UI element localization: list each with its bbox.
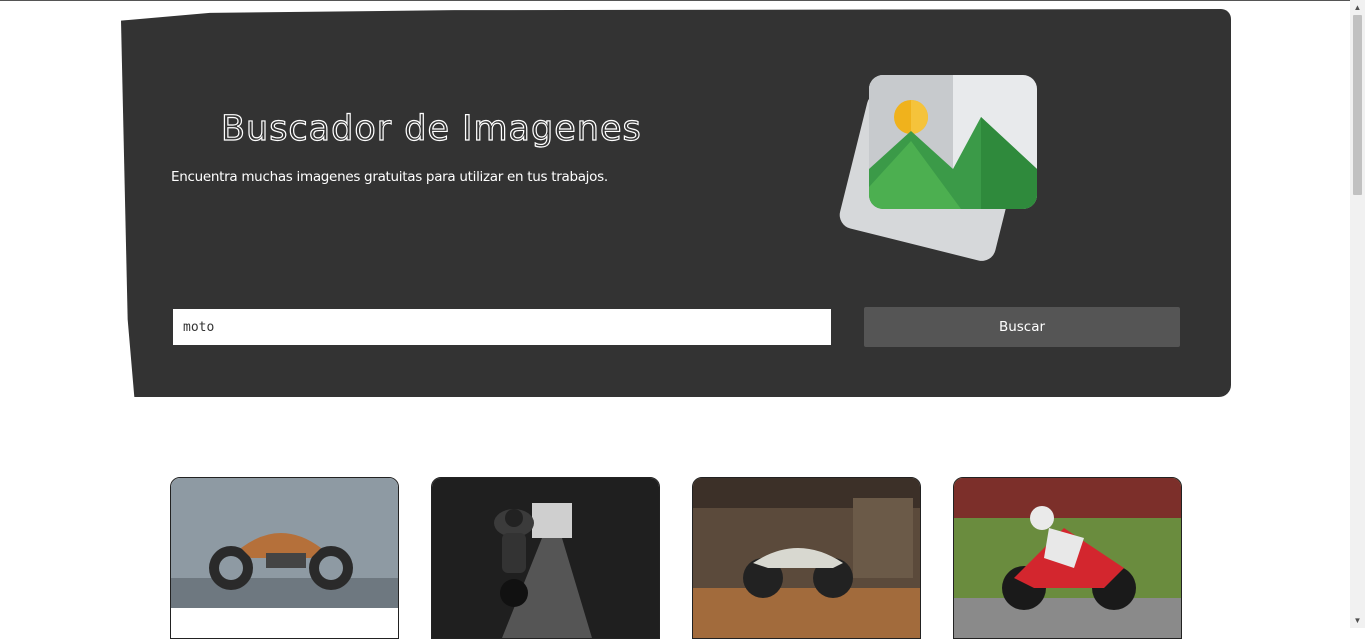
scrollbar-thumb[interactable] — [1353, 15, 1362, 195]
result-card[interactable] — [170, 477, 399, 639]
page-title: Buscador de Imagenes — [220, 108, 642, 149]
motorcycle-photo-icon — [954, 478, 1181, 638]
top-border — [0, 0, 1350, 1]
motorcycle-photo-icon — [693, 478, 920, 638]
motorcycle-photo-icon — [432, 478, 659, 638]
result-card[interactable] — [431, 477, 660, 639]
result-card[interactable] — [692, 477, 921, 639]
result-card[interactable] — [953, 477, 1182, 639]
image-gallery-icon — [831, 69, 1051, 274]
scroll-down-arrow-icon[interactable]: ▼ — [1350, 613, 1365, 628]
motorcycle-photo-icon — [171, 478, 398, 638]
search-input[interactable] — [173, 309, 831, 345]
page-subtitle: Encuentra muchas imagenes gratuitas para… — [171, 169, 608, 185]
search-button[interactable]: Buscar — [864, 307, 1180, 347]
hero-banner: Buscador de Imagenes Encuentra muchas im… — [121, 9, 1231, 397]
vertical-scrollbar[interactable]: ▲ ▼ — [1350, 0, 1365, 628]
scroll-up-arrow-icon[interactable]: ▲ — [1350, 0, 1365, 15]
